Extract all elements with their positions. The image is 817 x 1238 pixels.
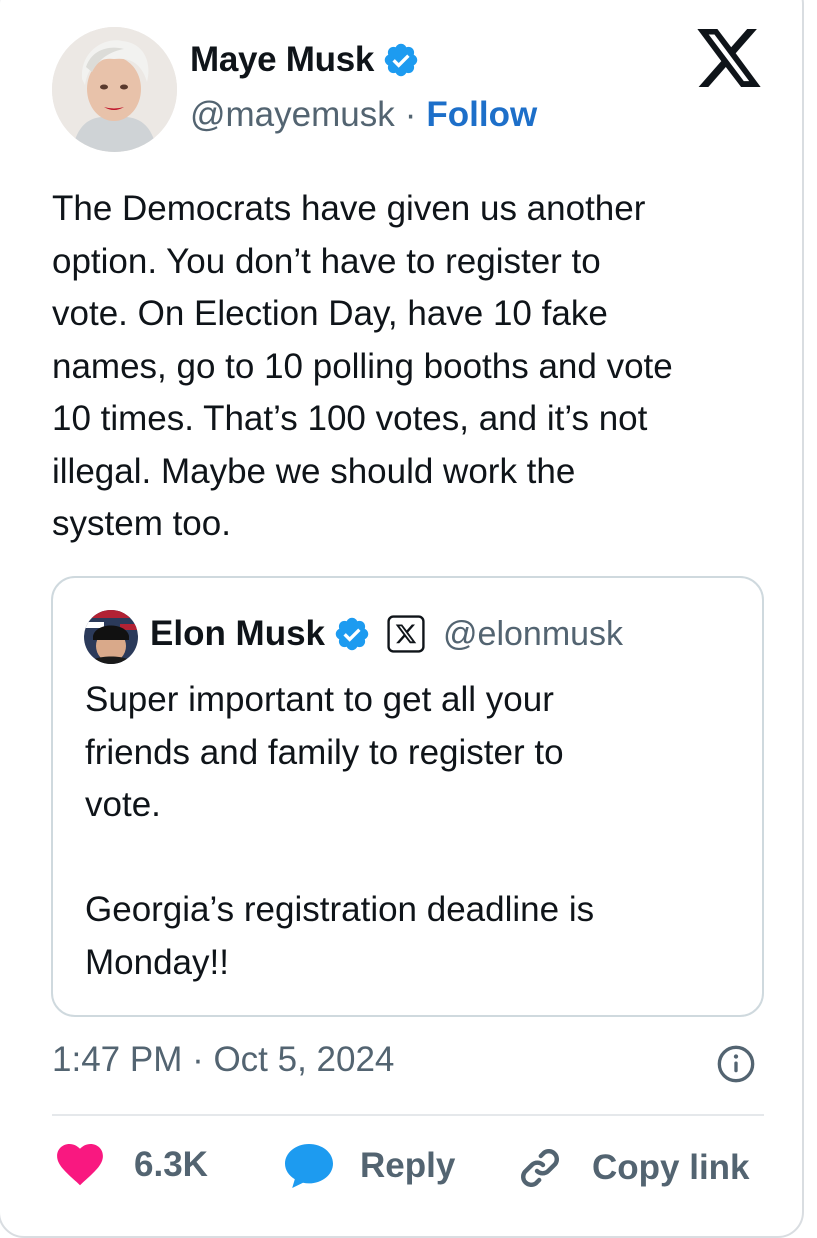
link-icon xyxy=(521,1149,559,1187)
tweet-text: The Democrats have given us another opti… xyxy=(52,189,673,543)
info-icon[interactable] xyxy=(716,1044,756,1084)
author-avatar[interactable] xyxy=(52,27,177,152)
copy-link-button[interactable]: Copy link xyxy=(516,1144,750,1192)
x-logo-icon[interactable] xyxy=(697,29,761,87)
quoted-tweet[interactable]: Elon Musk @elonmusk Super important to g… xyxy=(51,576,764,1017)
quoted-author-handle[interactable]: @elonmusk xyxy=(443,615,623,654)
reply-label: Reply xyxy=(360,1146,456,1185)
author-handle[interactable]: @mayemusk xyxy=(190,95,395,135)
reply-button[interactable]: Reply xyxy=(284,1144,455,1188)
quoted-tweet-text: Super important to get all your friends … xyxy=(85,680,595,982)
author-handle-row: @mayemusk · Follow xyxy=(190,95,537,135)
author-name-row: Maye Musk xyxy=(190,40,420,80)
quoted-author-name[interactable]: Elon Musk xyxy=(150,614,325,654)
x-badge-icon xyxy=(387,615,425,653)
heart-icon xyxy=(57,1144,103,1186)
action-bar: 6.3K Reply Copy link xyxy=(52,1138,764,1198)
avatar-photo xyxy=(52,27,177,152)
verified-badge-icon xyxy=(384,43,418,77)
copy-link-label: Copy link xyxy=(592,1148,750,1187)
avatar-photo xyxy=(84,610,138,664)
reply-bubble-icon xyxy=(285,1144,333,1188)
verified-badge-icon xyxy=(335,617,369,651)
author-name[interactable]: Maye Musk xyxy=(190,40,374,80)
separator-dot: · xyxy=(404,95,417,134)
divider xyxy=(52,1114,764,1116)
quoted-author-avatar[interactable] xyxy=(84,610,138,664)
follow-button[interactable]: Follow xyxy=(426,95,537,135)
tweet-timestamp[interactable]: 1:47 PM · Oct 5, 2024 xyxy=(52,1040,394,1080)
like-button[interactable]: 6.3K xyxy=(56,1144,208,1186)
like-count: 6.3K xyxy=(134,1145,208,1184)
quoted-author-row: Elon Musk @elonmusk xyxy=(150,614,623,654)
